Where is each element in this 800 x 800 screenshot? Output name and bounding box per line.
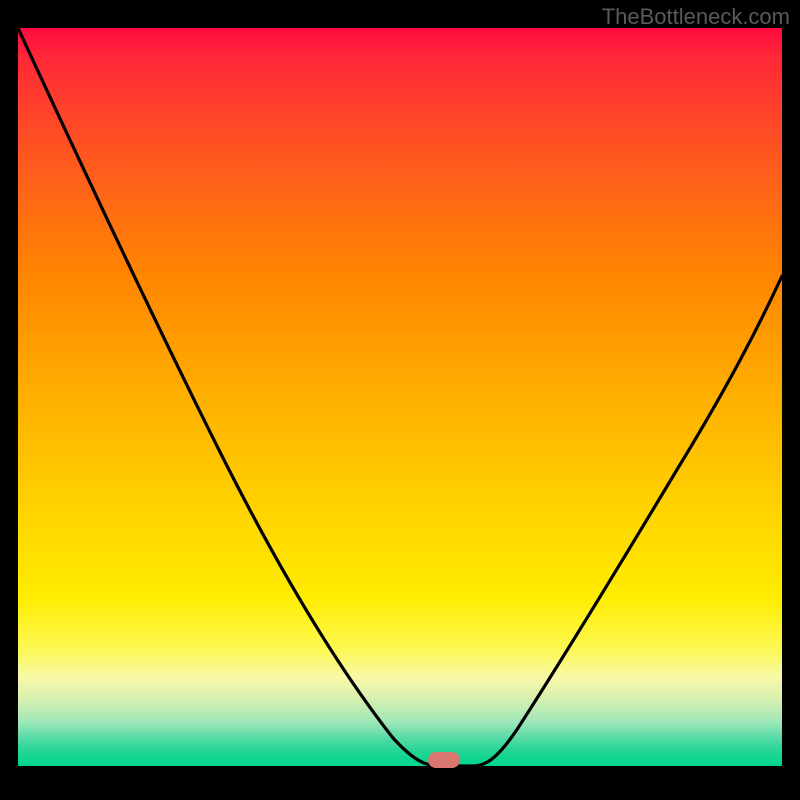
curve-path — [18, 28, 782, 766]
watermark-text: TheBottleneck.com — [602, 4, 790, 30]
plot-area — [18, 28, 782, 766]
bottom-border — [18, 766, 782, 782]
left-border — [0, 28, 18, 766]
right-border — [782, 28, 800, 766]
bottleneck-marker — [428, 752, 460, 768]
curve-svg — [18, 28, 782, 766]
chart-container: TheBottleneck.com — [0, 0, 800, 800]
